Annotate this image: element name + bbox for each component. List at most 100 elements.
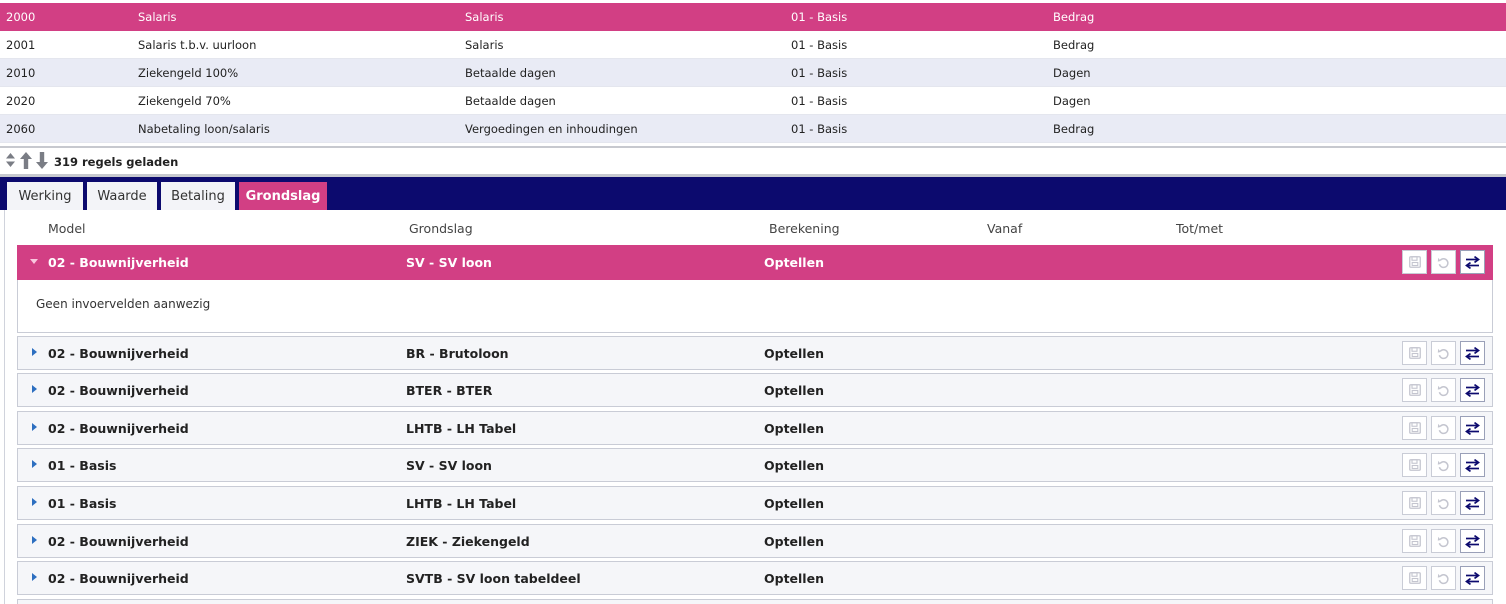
row-detail: Geen invoervelden aanwezig — [17, 280, 1493, 333]
save-icon — [1408, 459, 1421, 471]
save-button[interactable] — [1402, 453, 1427, 477]
expand-icon[interactable] — [32, 423, 37, 431]
row-berekening: Optellen — [764, 383, 824, 398]
table-row[interactable]: 2060 Nabetaling loon/salaris Vergoedinge… — [0, 115, 1506, 143]
swap-button[interactable] — [1460, 529, 1485, 553]
grid-row[interactable]: 02 - Bouwnijverheid BTER - BTER Optellen — [17, 373, 1493, 407]
grid-row[interactable]: 02 - Bouwnijverheid BR - Brutoloon Optel… — [17, 336, 1493, 370]
undo-icon — [1437, 385, 1449, 396]
code-table: 2000 Salaris Salaris 01 - Basis Bedrag 2… — [0, 3, 1506, 143]
undo-button[interactable] — [1431, 416, 1456, 440]
swap-button[interactable] — [1460, 250, 1485, 274]
tab-waarde[interactable]: Waarde — [86, 181, 158, 210]
expand-icon[interactable] — [32, 573, 37, 581]
header-berekening[interactable]: Berekening — [769, 221, 840, 236]
undo-button[interactable] — [1431, 378, 1456, 402]
expand-icon[interactable] — [32, 498, 37, 506]
undo-icon — [1437, 498, 1449, 509]
swap-button[interactable] — [1460, 378, 1485, 402]
grid-row-partial — [17, 599, 1493, 604]
cell-name: Salaris t.b.v. uurloon — [138, 37, 257, 52]
tab-bar: Werking Waarde Betaling Grondslag — [0, 177, 1506, 210]
grid-row[interactable]: 02 - Bouwnijverheid LHTB - LH Tabel Opte… — [17, 411, 1493, 445]
swap-button[interactable] — [1460, 341, 1485, 365]
row-grondslag: LHTB - LH Tabel — [406, 421, 517, 436]
undo-button[interactable] — [1431, 529, 1456, 553]
row-berekening: Optellen — [764, 571, 824, 586]
save-button[interactable] — [1402, 491, 1427, 515]
undo-button[interactable] — [1431, 250, 1456, 274]
row-grondslag: SVTB - SV loon tabeldeel — [406, 571, 581, 586]
save-icon — [1408, 256, 1421, 268]
header-vanaf[interactable]: Vanaf — [987, 221, 1022, 236]
header-grondslag[interactable]: Grondslag — [409, 221, 473, 236]
undo-button[interactable] — [1431, 491, 1456, 515]
tab-werking[interactable]: Werking — [6, 181, 84, 210]
undo-icon — [1437, 460, 1449, 471]
grid-row[interactable]: 02 - Bouwnijverheid SVTB - SV loon tabel… — [17, 561, 1493, 595]
undo-icon — [1437, 348, 1449, 359]
undo-icon — [1437, 423, 1449, 434]
arrow-down-icon[interactable] — [36, 151, 48, 172]
header-model[interactable]: Model — [48, 221, 86, 236]
save-button[interactable] — [1402, 416, 1427, 440]
header-totmet[interactable]: Tot/met — [1176, 221, 1223, 236]
swap-icon — [1465, 383, 1480, 397]
grid-row[interactable]: 01 - Basis LHTB - LH Tabel Optellen — [17, 486, 1493, 520]
row-model: 02 - Bouwnijverheid — [48, 571, 189, 586]
row-model: 01 - Basis — [48, 458, 117, 473]
tab-betaling[interactable]: Betaling — [160, 181, 236, 210]
row-model: 01 - Basis — [48, 496, 117, 511]
arrow-up-icon[interactable] — [20, 151, 32, 172]
swap-button[interactable] — [1460, 453, 1485, 477]
save-icon — [1408, 497, 1421, 509]
undo-button[interactable] — [1431, 566, 1456, 590]
swap-icon — [1465, 496, 1480, 510]
save-button[interactable] — [1402, 566, 1427, 590]
row-berekening: Optellen — [764, 421, 824, 436]
cell-group: Betaalde dagen — [465, 65, 556, 80]
row-model: 02 - Bouwnijverheid — [48, 255, 189, 270]
table-row[interactable]: 2001 Salaris t.b.v. uurloon Salaris 01 -… — [0, 31, 1506, 59]
undo-button[interactable] — [1431, 453, 1456, 477]
expand-icon[interactable] — [32, 385, 37, 393]
expand-icon[interactable] — [32, 460, 37, 468]
swap-button[interactable] — [1460, 416, 1485, 440]
tab-grondslag[interactable]: Grondslag — [238, 181, 328, 210]
save-button[interactable] — [1402, 378, 1427, 402]
cell-code: 2020 — [6, 93, 36, 108]
swap-icon — [1465, 458, 1480, 472]
save-icon — [1408, 535, 1421, 547]
expand-icon[interactable] — [32, 536, 37, 544]
cell-code: 2000 — [6, 10, 36, 24]
swap-button[interactable] — [1460, 491, 1485, 515]
grid-row-expanded[interactable]: 02 - Bouwnijverheid SV - SV loon Optelle… — [17, 245, 1493, 280]
row-model: 02 - Bouwnijverheid — [48, 383, 189, 398]
table-row[interactable]: 2020 Ziekengeld 70% Betaalde dagen 01 - … — [0, 87, 1506, 115]
swap-icon — [1465, 255, 1480, 269]
swap-button[interactable] — [1460, 566, 1485, 590]
undo-button[interactable] — [1431, 341, 1456, 365]
cell-name: Salaris — [138, 10, 177, 24]
grid-header: Model Grondslag Berekening Vanaf Tot/met — [5, 210, 1505, 244]
save-icon — [1408, 384, 1421, 396]
collapse-icon[interactable] — [30, 259, 38, 264]
swap-icon — [1465, 571, 1480, 585]
row-grondslag: BTER - BTER — [406, 383, 493, 398]
cell-model: 01 - Basis — [791, 37, 848, 52]
row-grondslag: BR - Brutoloon — [406, 346, 509, 361]
row-grondslag: SV - SV loon — [406, 255, 492, 270]
save-button[interactable] — [1402, 250, 1427, 274]
table-row[interactable]: 2000 Salaris Salaris 01 - Basis Bedrag — [0, 3, 1506, 31]
row-berekening: Optellen — [764, 496, 824, 511]
row-model: 02 - Bouwnijverheid — [48, 421, 189, 436]
sort-icon[interactable] — [5, 152, 16, 171]
save-button[interactable] — [1402, 529, 1427, 553]
save-icon — [1408, 572, 1421, 584]
expand-icon[interactable] — [32, 348, 37, 356]
save-button[interactable] — [1402, 341, 1427, 365]
table-row[interactable]: 2010 Ziekengeld 100% Betaalde dagen 01 -… — [0, 59, 1506, 87]
grid-row[interactable]: 01 - Basis SV - SV loon Optellen — [17, 448, 1493, 482]
save-icon — [1408, 422, 1421, 434]
grid-row[interactable]: 02 - Bouwnijverheid ZIEK - Ziekengeld Op… — [17, 524, 1493, 558]
